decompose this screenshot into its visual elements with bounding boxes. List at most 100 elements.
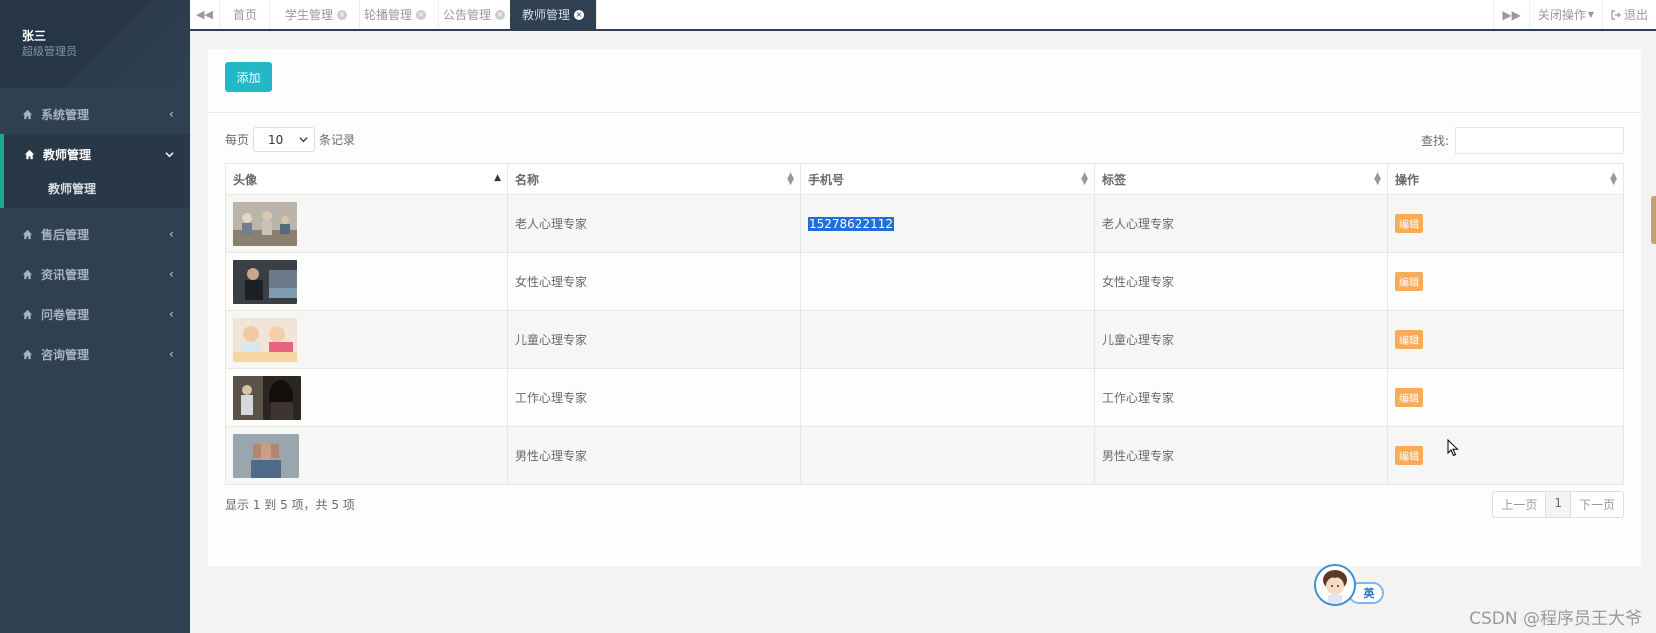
close-icon[interactable]: × [574, 9, 585, 20]
backward-icon: ◀◀ [196, 8, 213, 21]
edit-button[interactable]: 编辑 [1395, 214, 1423, 233]
add-button[interactable]: 添加 [225, 62, 272, 92]
table-info: 显示 1 到 5 项，共 5 项 [225, 498, 355, 512]
caret-down-icon: ▼ [1587, 10, 1594, 19]
per-page-prefix: 每页 [225, 133, 250, 147]
close-icon[interactable]: × [337, 9, 348, 20]
chevron-left-icon: ‹ [169, 307, 174, 321]
name-cell: 女性心理专家 [507, 252, 801, 311]
tag-cell: 老人心理专家 [1094, 194, 1388, 253]
tag-cell: 工作心理专家 [1094, 368, 1388, 427]
tab-bar: ◀◀ 首页 学生管理 × 轮播管理 × 公告管理 × 教师管理 × ▶▶ 关闭操… [190, 0, 1656, 31]
avatar-icon [1316, 566, 1354, 604]
sort-asc-icon: ▲ [494, 173, 501, 183]
name-cell: 工作心理专家 [507, 368, 801, 427]
tab-tools: ▶▶ 关闭操作 ▼ 退出 [1493, 0, 1656, 29]
phone-cell [800, 252, 1095, 311]
table-row: 女性心理专家 女性心理专家 编辑 [225, 252, 1624, 311]
name-cell: 老人心理专家 [507, 194, 801, 253]
forward-icon: ▶▶ [1502, 7, 1521, 22]
mouse-cursor-icon [1447, 439, 1459, 457]
sort-icon: ▲ ▼ [787, 171, 794, 187]
language-label: 英 [1363, 587, 1375, 600]
sidebar-item-consult[interactable]: 咨询管理 ‹ [0, 334, 190, 374]
column-header-avatar[interactable]: 头像 ▲ [225, 163, 508, 195]
phone-cell [800, 426, 1095, 485]
table-row: 老人心理专家 15278622112 老人心理专家 编辑 [225, 194, 1624, 253]
column-header-phone[interactable]: 手机号 ▲ ▼ [800, 163, 1095, 195]
home-icon [22, 109, 33, 119]
tab-students[interactable]: 学生管理 × [273, 0, 361, 29]
avatar-image [233, 317, 297, 362]
header-label: 名称 [515, 172, 540, 187]
submenu-item-teacher-manage[interactable]: 教师管理 [4, 174, 190, 197]
avatar-cell [225, 426, 508, 485]
header-label: 标签 [1102, 172, 1127, 187]
sidebar-item-label: 资讯管理 [41, 267, 90, 282]
tab-carousel[interactable]: 轮播管理 × [352, 0, 440, 29]
sidebar: 张三 超级管理员 系统管理 ‹ 教师管理 教师管理 售后管理 ‹ 资讯管理 ‹ … [0, 0, 190, 633]
per-page-select[interactable]: 10 [253, 127, 316, 152]
column-header-action[interactable]: 操作 ▲ ▼ [1387, 163, 1624, 195]
panel-toolbar: 添加 [208, 49, 1641, 113]
sidebar-item-system[interactable]: 系统管理 ‹ [0, 94, 190, 134]
action-cell: 编辑 [1387, 426, 1624, 485]
header-label: 手机号 [808, 172, 845, 187]
scrollbar-handle[interactable] [1651, 196, 1656, 244]
sidebar-item-teacher[interactable]: 教师管理 [0, 134, 190, 174]
header-label: 头像 [233, 172, 258, 187]
assistant-avatar[interactable] [1314, 564, 1356, 606]
sidebar-item-label: 教师管理 [43, 147, 92, 162]
tab-label: 轮播管理 [364, 8, 413, 22]
table-row: 儿童心理专家 儿童心理专家 编辑 [225, 310, 1624, 369]
page-1-button[interactable]: 1 [1546, 492, 1571, 517]
close-operations-dropdown[interactable]: 关闭操作 ▼ [1528, 0, 1602, 29]
column-header-tag[interactable]: 标签 ▲ ▼ [1094, 163, 1388, 195]
user-name[interactable]: 张三 [22, 28, 190, 44]
chevron-left-icon: ‹ [169, 347, 174, 361]
table-search: 查找: [1421, 127, 1624, 154]
home-icon [22, 229, 33, 239]
sidebar-item-aftersales[interactable]: 售后管理 ‹ [0, 214, 190, 254]
tab-scroll-right-button[interactable]: ▶▶ [1493, 0, 1528, 29]
table-row: 男性心理专家 男性心理专家 编辑 [225, 426, 1624, 485]
action-cell: 编辑 [1387, 368, 1624, 427]
tab-teachers[interactable]: 教师管理 × [510, 0, 598, 29]
edit-button[interactable]: 编辑 [1395, 272, 1423, 291]
avatar-cell [225, 252, 508, 311]
next-page-button[interactable]: 下一页 [1571, 492, 1623, 517]
home-icon [22, 309, 33, 319]
sort-icon: ▲ ▼ [1081, 171, 1088, 187]
search-input[interactable] [1455, 127, 1624, 154]
avatar-image [233, 201, 297, 246]
phone-text: 15278622112 [808, 216, 894, 231]
action-cell: 编辑 [1387, 310, 1624, 369]
close-icon[interactable]: × [495, 9, 506, 20]
submenu-teacher: 教师管理 [0, 174, 190, 208]
edit-button[interactable]: 编辑 [1395, 330, 1423, 349]
tag-cell: 儿童心理专家 [1094, 310, 1388, 369]
tab-scroll-left-button[interactable]: ◀◀ [190, 0, 220, 29]
per-page-value: 10 [268, 132, 284, 147]
avatar-cell [225, 194, 508, 253]
sidebar-item-news[interactable]: 资讯管理 ‹ [0, 254, 190, 294]
tab-home[interactable]: 首页 [221, 0, 271, 29]
logout-icon [1611, 9, 1621, 20]
logout-button[interactable]: 退出 [1601, 0, 1656, 29]
column-header-name[interactable]: 名称 ▲ ▼ [507, 163, 801, 195]
sort-icon: ▲ ▼ [1374, 171, 1381, 187]
home-icon [22, 269, 33, 279]
tab-notices[interactable]: 公告管理 × [431, 0, 519, 29]
chevron-left-icon: ‹ [169, 227, 174, 241]
sidebar-item-survey[interactable]: 问卷管理 ‹ [0, 294, 190, 334]
phone-cell [800, 310, 1095, 369]
edit-button[interactable]: 编辑 [1395, 388, 1423, 407]
edit-button[interactable]: 编辑 [1395, 446, 1423, 465]
sidebar-item-label: 问卷管理 [41, 307, 90, 322]
tab-label: 教师管理 [522, 8, 571, 22]
prev-page-button[interactable]: 上一页 [1493, 492, 1547, 517]
close-icon[interactable]: × [416, 9, 427, 20]
sidebar-item-label: 咨询管理 [41, 347, 90, 362]
avatar-cell [225, 310, 508, 369]
tab-label: 首页 [233, 8, 258, 22]
